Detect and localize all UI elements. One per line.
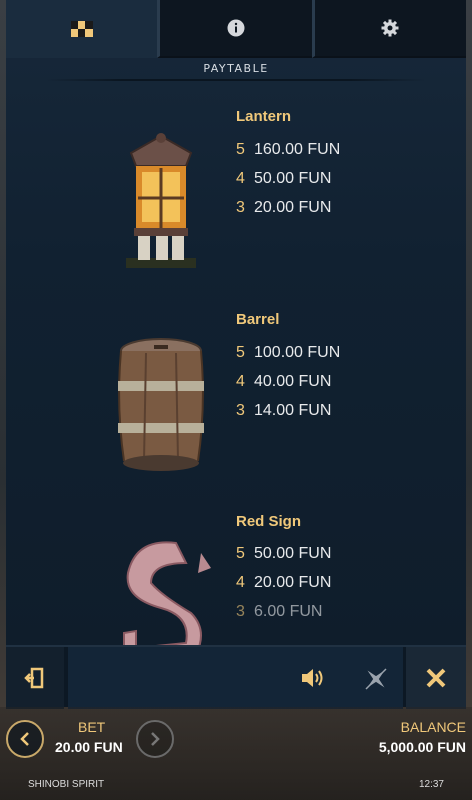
bottom-toolbar (6, 645, 466, 709)
pay-count: 3 (236, 603, 245, 620)
section-title: PAYTABLE (203, 62, 269, 75)
pay-count: 3 (236, 402, 245, 419)
pay-count: 5 (236, 141, 245, 158)
pay-row: 4 50.00 FUN (236, 170, 331, 188)
toolbar-center (68, 647, 403, 709)
pay-row: 4 40.00 FUN (236, 373, 331, 391)
paytable-panel: PAYTABLE Lantern 5 160.00 FUN 4 50.00 FUN … (6, 0, 466, 645)
gear-icon (381, 19, 399, 37)
exit-button[interactable] (6, 647, 64, 709)
game-name: SHINOBI SPIRIT (28, 779, 105, 790)
pay-row: 4 20.00 FUN (236, 574, 331, 592)
shuriken-icon[interactable] (364, 667, 388, 691)
red-sign-icon (123, 541, 211, 645)
pay-amount: 20.00 FUN (254, 199, 332, 216)
symbol-red-sign: Red Sign 5 50.00 FUN 4 20.00 FUN 3 6.00 FUN (6, 513, 466, 645)
barrel-icon (118, 338, 204, 471)
pay-count: 4 (236, 574, 245, 591)
pay-amount: 160.00 FUN (254, 141, 341, 158)
pay-amount: 40.00 FUN (254, 373, 332, 390)
game-footer: BET 20.00 FUN BALANCE 5,000.00 FUN SHINO… (0, 707, 472, 800)
pay-amount: 50.00 FUN (254, 545, 332, 562)
pay-amount: 6.00 FUN (254, 603, 323, 620)
tab-bar (6, 0, 466, 58)
chevron-right-icon (151, 732, 160, 746)
pay-count: 3 (236, 199, 245, 216)
pay-row: 3 6.00 FUN (236, 603, 322, 621)
info-icon (227, 19, 245, 37)
close-icon (426, 668, 446, 688)
symbol-name: Barrel (236, 311, 280, 328)
speaker-icon[interactable] (300, 667, 326, 689)
exit-door-icon (24, 667, 44, 689)
symbol-name: Lantern (236, 108, 292, 125)
pay-row: 3 14.00 FUN (236, 402, 331, 420)
pay-count: 5 (236, 545, 245, 562)
lantern-icon (126, 133, 196, 268)
bet-label: BET (78, 719, 106, 735)
pay-count: 4 (236, 373, 245, 390)
symbol-lantern: Lantern 5 160.00 FUN 4 50.00 FUN 3 20.00 FU… (6, 108, 466, 308)
symbol-name: Red Sign (236, 513, 302, 530)
balance-value: 5,000.00 FUN (378, 739, 466, 755)
tab-paytable[interactable] (6, 0, 158, 58)
bet-value: 20.00 FUN (55, 739, 123, 755)
pay-row: 5 50.00 FUN (236, 545, 331, 563)
pay-amount: 20.00 FUN (254, 574, 332, 591)
pay-row: 5 160.00 FUN (236, 141, 340, 159)
clock: 12:37 (418, 779, 444, 790)
section-divider (46, 79, 426, 81)
symbol-barrel: Barrel 5 100.00 FUN 4 40.00 FUN 3 14.00 FUN (6, 311, 466, 511)
pay-row: 3 20.00 FUN (236, 199, 331, 217)
close-button[interactable] (406, 647, 466, 709)
tab-settings[interactable] (311, 0, 466, 58)
checkerboard-icon (70, 21, 93, 37)
pay-count: 4 (236, 170, 245, 187)
tab-info[interactable] (157, 0, 312, 58)
bet-decrease-button[interactable] (6, 720, 44, 758)
chevron-left-icon (20, 732, 29, 746)
balance-label: BALANCE (400, 719, 466, 735)
pay-count: 5 (236, 344, 245, 361)
pay-amount: 14.00 FUN (254, 402, 332, 419)
pay-amount: 100.00 FUN (254, 344, 341, 361)
pay-row: 5 100.00 FUN (236, 344, 340, 362)
pay-amount: 50.00 FUN (254, 170, 332, 187)
bet-increase-button[interactable] (136, 720, 174, 758)
